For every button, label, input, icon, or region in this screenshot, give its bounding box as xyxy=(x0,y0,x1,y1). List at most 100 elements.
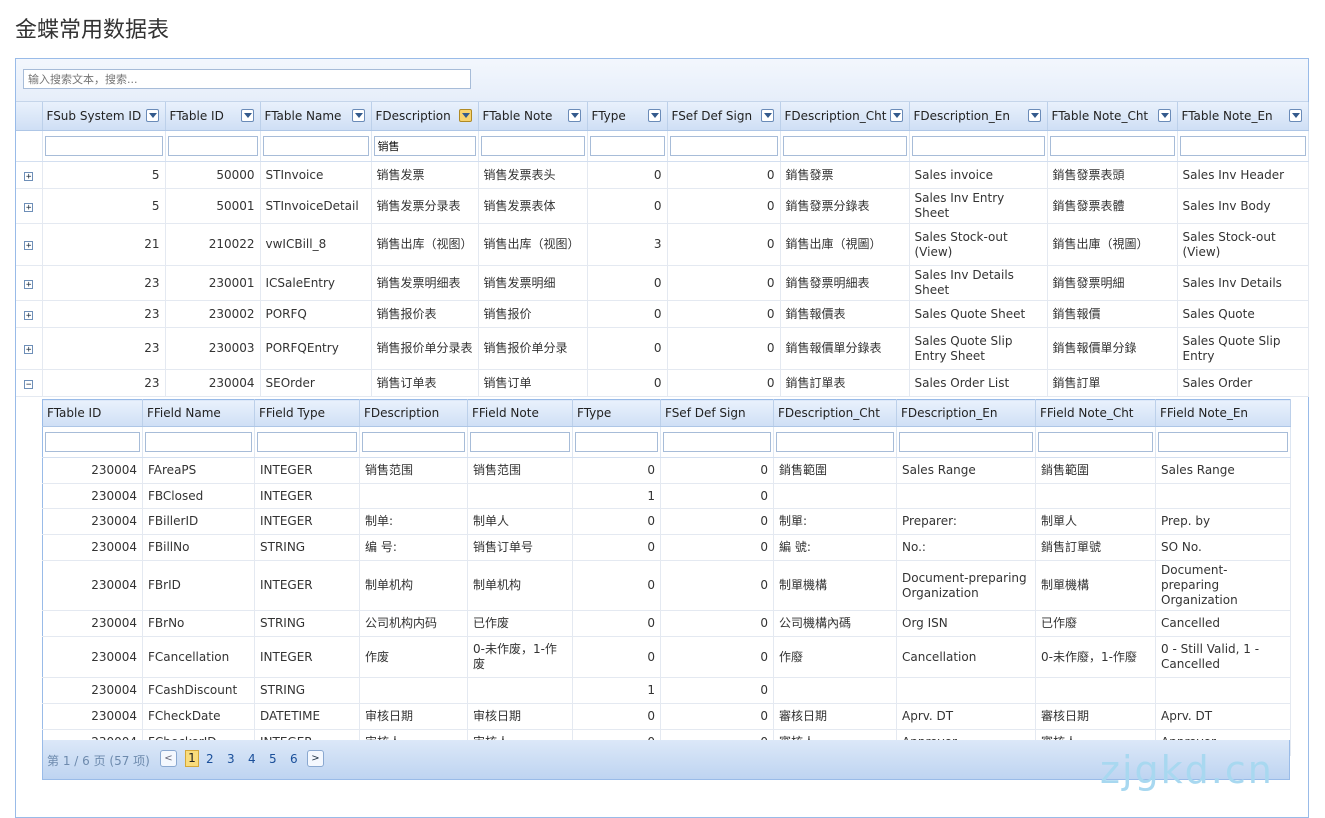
column-filter-input[interactable] xyxy=(1179,136,1306,156)
column-header[interactable]: FSef Def Sign xyxy=(667,102,781,131)
detail-filter-input[interactable] xyxy=(362,432,465,452)
expand-icon[interactable]: + xyxy=(24,310,34,320)
detail-filter-input[interactable] xyxy=(663,432,771,452)
column-filter-input[interactable] xyxy=(1049,136,1175,156)
detail-cell-desc: 作废 xyxy=(359,636,468,678)
page-link[interactable]: 4 xyxy=(248,752,256,766)
column-header[interactable]: FType xyxy=(587,102,668,131)
table-row[interactable]: −23 230004 SEOrder 销售订单表 销售订单 0 0 銷售訂單表 Sales Or… xyxy=(16,369,1309,397)
detail-cell-field: FBClosed xyxy=(142,483,255,509)
expand-icon[interactable]: + xyxy=(24,241,34,251)
column-filter-input[interactable] xyxy=(167,136,258,156)
column-menu-dropdown-icon[interactable] xyxy=(889,109,903,122)
detail-column-header[interactable]: FDescription xyxy=(359,399,468,427)
column-menu-dropdown-icon[interactable] xyxy=(145,109,159,122)
detail-column-header[interactable]: FField Name xyxy=(142,399,255,427)
detail-cell-cht: 編 號: xyxy=(773,534,897,561)
page-title: 金蝶常用数据表 xyxy=(15,18,170,43)
table-row[interactable]: +23 230002 PORFQ 销售报价表 销售报价 0 0 銷售報價表 Sales Quot… xyxy=(16,300,1309,328)
column-filter-input[interactable] xyxy=(911,136,1045,156)
detail-table-row[interactable]: 230004 FCheckDate DATETIME 审核日期 审核日期 0 0 審核日期 Ap… xyxy=(42,703,1291,730)
table-row[interactable]: +23 230001 ICSaleEntry 销售发票明细表 销售发票明细 0 0 銷售發票明… xyxy=(16,265,1309,301)
cell-name: STInvoice xyxy=(260,161,372,189)
page-link[interactable]: 5 xyxy=(269,752,277,766)
table-row[interactable]: +5 50000 STInvoice 销售发票 销售发票表头 0 0 銷售發票 Sales in… xyxy=(16,161,1309,189)
column-filter-input[interactable] xyxy=(373,136,476,156)
column-header[interactable]: FTable ID xyxy=(165,102,261,131)
table-row[interactable]: +23 230003 PORFQEntry 销售报价单分录表 销售报价单分录 0 0 銷售報價… xyxy=(16,327,1309,370)
column-menu-dropdown-icon[interactable] xyxy=(647,109,661,122)
cell-en: Sales Inv Entry Sheet xyxy=(909,188,1048,224)
expand-icon[interactable]: + xyxy=(24,345,34,355)
detail-table-row[interactable]: 230004 FBrNo STRING 公司机构内码 已作废 0 0 公司機構內碼 Org IS… xyxy=(42,610,1291,637)
column-filter-input[interactable] xyxy=(669,136,778,156)
detail-column-header[interactable]: FType xyxy=(572,399,661,427)
column-menu-dropdown-icon[interactable] xyxy=(760,109,774,122)
column-filter-input[interactable] xyxy=(782,136,907,156)
detail-column-header[interactable]: FDescription_Cht xyxy=(773,399,897,427)
cell-type: 0 xyxy=(587,369,668,397)
prev-page-button[interactable]: < xyxy=(160,750,177,767)
page-link[interactable]: 6 xyxy=(290,752,298,766)
detail-table-row[interactable]: 230004 FBillNo STRING 编 号: 销售订单号 0 0 編 號: No.: 銷售… xyxy=(42,534,1291,561)
detail-table-row[interactable]: 230004 FCashDiscount STRING 1 0 xyxy=(42,677,1291,704)
column-header[interactable]: FDescription_Cht xyxy=(780,102,910,131)
detail-filter-input[interactable] xyxy=(776,432,894,452)
detail-column-header[interactable]: FSef Def Sign xyxy=(660,399,774,427)
page-current[interactable]: 1 xyxy=(185,750,199,767)
detail-filter-input[interactable] xyxy=(1158,432,1288,452)
detail-table-row[interactable]: 230004 FCancellation INTEGER 作废 0-未作废，1-作废 0 0… xyxy=(42,636,1291,678)
detail-table-row[interactable]: 230004 FAreaPS INTEGER 销售范围 销售范围 0 0 銷售範圍 Sales … xyxy=(42,457,1291,484)
detail-filter-input[interactable] xyxy=(470,432,570,452)
next-page-button[interactable]: > xyxy=(307,750,324,767)
detail-column-header[interactable]: FField Note_Cht xyxy=(1035,399,1156,427)
expand-icon[interactable]: + xyxy=(24,202,34,212)
table-row[interactable]: +5 50001 STInvoiceDetail 销售发票分录表 销售发票表体 0 0 銷售發… xyxy=(16,188,1309,224)
column-filter-input[interactable] xyxy=(44,136,163,156)
column-menu-dropdown-icon[interactable] xyxy=(458,109,472,122)
column-menu-dropdown-icon[interactable] xyxy=(240,109,254,122)
column-header-label: FTable ID xyxy=(169,109,224,123)
column-filter-input[interactable] xyxy=(262,136,369,156)
expand-icon[interactable]: + xyxy=(24,171,34,181)
detail-column-header[interactable]: FField Type xyxy=(254,399,360,427)
column-header[interactable]: FTable Note_Cht xyxy=(1047,102,1178,131)
column-menu-dropdown-icon[interactable] xyxy=(567,109,581,122)
column-header[interactable]: FDescription xyxy=(371,102,479,131)
page-link[interactable]: 3 xyxy=(227,752,235,766)
column-menu-dropdown-icon[interactable] xyxy=(1157,109,1171,122)
detail-table-row[interactable]: 230004 FBrID INTEGER 制单机构 制单机构 0 0 制單機構 Document… xyxy=(42,560,1291,611)
detail-filter-input[interactable] xyxy=(1038,432,1153,452)
detail-filter-input[interactable] xyxy=(575,432,658,452)
column-header[interactable]: FTable Note xyxy=(478,102,588,131)
detail-cell-sef: 0 xyxy=(660,508,774,535)
column-menu-dropdown-icon[interactable] xyxy=(1288,109,1302,122)
detail-filter-input[interactable] xyxy=(899,432,1033,452)
detail-filter-input[interactable] xyxy=(257,432,357,452)
column-filter-input[interactable] xyxy=(589,136,665,156)
detail-column-header[interactable]: FField Note xyxy=(467,399,573,427)
detail-cell-desc: 制单: xyxy=(359,508,468,535)
detail-column-header[interactable]: FField Note_En xyxy=(1155,399,1291,427)
column-header-label: FTable Name xyxy=(264,109,342,123)
column-menu-dropdown-icon[interactable] xyxy=(351,109,365,122)
column-header[interactable]: FDescription_En xyxy=(909,102,1048,131)
detail-table-row[interactable]: 230004 FBClosed INTEGER 1 0 xyxy=(42,483,1291,509)
detail-column-header[interactable]: FTable ID xyxy=(42,399,143,427)
collapse-icon[interactable]: − xyxy=(24,379,34,389)
detail-column-header[interactable]: FDescription_En xyxy=(896,399,1036,427)
detail-filter-input[interactable] xyxy=(45,432,140,452)
detail-filter-input[interactable] xyxy=(145,432,252,452)
detail-table-row[interactable]: 230004 FBillerID INTEGER 制单: 制单人 0 0 制單: Prepare… xyxy=(42,508,1291,535)
column-header[interactable]: FTable Name xyxy=(260,102,372,131)
page-link[interactable]: 2 xyxy=(206,752,214,766)
cell-cht: 銷售訂單表 xyxy=(780,369,910,397)
table-row[interactable]: +21 210022 vwICBill_8 销售出库（视图） 销售出库（视图） 3 0 銷售出… xyxy=(16,223,1309,266)
expand-icon[interactable]: + xyxy=(24,279,34,289)
detail-cell-note_cht: 銷售範圍 xyxy=(1035,457,1156,484)
column-header[interactable]: FSub System ID xyxy=(42,102,166,131)
search-input[interactable] xyxy=(23,69,471,89)
column-menu-dropdown-icon[interactable] xyxy=(1027,109,1041,122)
column-header[interactable]: FTable Note_En xyxy=(1177,102,1309,131)
column-filter-input[interactable] xyxy=(480,136,585,156)
